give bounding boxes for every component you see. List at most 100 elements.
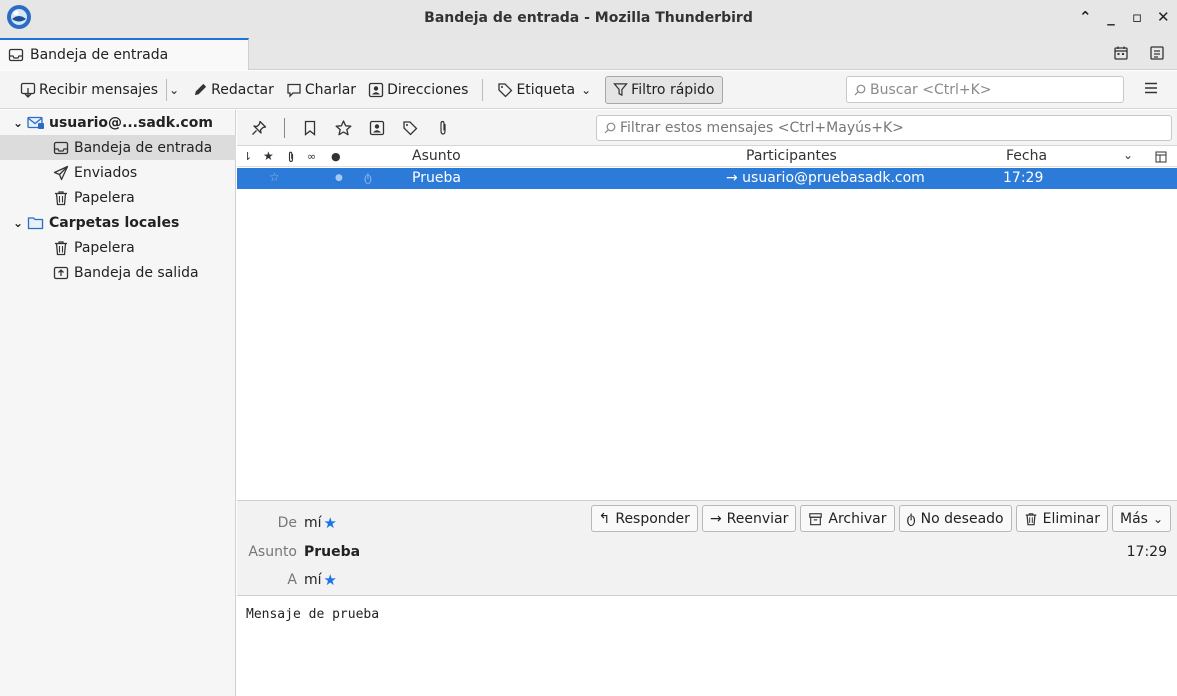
separator xyxy=(482,78,484,101)
tag-icon[interactable] xyxy=(402,120,418,136)
folder-inbox[interactable]: Bandeja de entrada xyxy=(0,135,236,160)
tag-label: Etiqueta xyxy=(516,81,576,98)
star-icon[interactable]: ☆ xyxy=(269,170,280,184)
global-search-input[interactable]: Buscar <Ctrl+K> xyxy=(846,76,1124,103)
attachment-icon[interactable] xyxy=(435,120,451,136)
mail-account-icon xyxy=(27,116,44,129)
download-mail-icon xyxy=(20,82,36,98)
address-book-label: Direcciones xyxy=(387,81,469,98)
folder-icon xyxy=(27,216,44,229)
address-book-button[interactable]: Direcciones xyxy=(362,76,474,104)
to-value[interactable]: mí ★ xyxy=(304,571,337,589)
message-body-pane: Mensaje de prueba xyxy=(237,597,1177,696)
inbox-icon xyxy=(8,48,24,62)
forward-icon: → xyxy=(709,510,722,527)
maximize-button[interactable]: ▫ xyxy=(1131,8,1143,26)
column-picker-icon[interactable] xyxy=(1155,151,1167,163)
title-bar: Bandeja de entrada - Mozilla Thunderbird… xyxy=(0,0,1177,38)
local-folders-row[interactable]: ⌄ Carpetas locales xyxy=(0,210,236,235)
chat-bubble-icon xyxy=(287,83,301,98)
to-label: A xyxy=(287,572,297,588)
message-subject: Prueba xyxy=(412,170,461,186)
chevron-down-icon: ⌄ xyxy=(1152,511,1163,526)
tag-button[interactable]: Etiqueta ⌄ xyxy=(491,76,597,104)
date-column-header[interactable]: Fecha xyxy=(1006,148,1047,164)
inbox-icon xyxy=(53,141,69,154)
folder-label: Papelera xyxy=(74,189,135,206)
from-label: De xyxy=(277,515,297,531)
folder-label: Papelera xyxy=(74,239,135,256)
archive-icon xyxy=(809,512,823,525)
filter-placeholder: Filtrar estos mensajes <Ctrl+Mayús+K> xyxy=(620,120,904,136)
junk-button[interactable]: ტ No deseado xyxy=(898,505,1012,532)
junk-column-icon[interactable]: ● xyxy=(331,150,341,163)
chevron-down-icon: ⌄ xyxy=(581,82,592,97)
read-dot-icon[interactable]: ● xyxy=(335,173,343,183)
chevron-down-icon[interactable]: ⌄ xyxy=(11,216,25,230)
archive-button[interactable]: Archivar xyxy=(800,505,895,532)
app-menu-button[interactable] xyxy=(1143,80,1159,96)
from-value[interactable]: mí ★ xyxy=(304,514,337,532)
trash-icon xyxy=(55,240,67,255)
reply-button[interactable]: ↰ Responder xyxy=(590,505,698,532)
to-name: mí xyxy=(304,572,322,588)
thread-column-icon[interactable]: ⇂ xyxy=(243,150,252,163)
delete-button[interactable]: Eliminar xyxy=(1015,505,1108,532)
delete-label: Eliminar xyxy=(1042,510,1100,527)
separator xyxy=(166,78,168,101)
subject-label: Asunto xyxy=(248,544,297,560)
message-participants: → usuario@pruebasadk.com xyxy=(726,170,925,186)
chevron-down-icon[interactable]: ⌄ xyxy=(11,116,25,130)
quick-filter-label: Filtro rápido xyxy=(631,81,715,98)
forward-label: Reenviar xyxy=(726,510,789,527)
calendar-icon[interactable] xyxy=(1113,45,1129,61)
address-book-icon xyxy=(368,82,384,97)
read-status-column-icon[interactable]: ∞ xyxy=(307,150,316,163)
search-placeholder: Buscar <Ctrl+K> xyxy=(870,81,992,98)
chat-label: Charlar xyxy=(304,81,357,98)
search-icon xyxy=(854,84,866,95)
table-row[interactable]: ☆ ● ტ Prueba → usuario@pruebasadk.com 17… xyxy=(237,168,1177,189)
close-button[interactable]: ✕ xyxy=(1157,8,1170,26)
folder-local-trash[interactable]: Papelera xyxy=(0,235,236,260)
chat-button[interactable]: Charlar xyxy=(280,76,362,104)
starred-column-icon[interactable]: ★ xyxy=(263,149,274,163)
reply-label: Responder xyxy=(615,510,690,527)
reply-icon: ↰ xyxy=(598,510,611,527)
junk-flame-icon[interactable]: ტ xyxy=(364,170,372,184)
folder-outbox[interactable]: Bandeja de salida xyxy=(0,260,236,285)
more-button[interactable]: Más ⌄ xyxy=(1111,505,1171,532)
folder-sent[interactable]: Enviados xyxy=(0,160,236,185)
subject-column-header[interactable]: Asunto xyxy=(412,148,461,164)
star-icon[interactable]: ★ xyxy=(324,571,337,589)
get-messages-dropdown-icon[interactable]: ⌄ xyxy=(169,83,179,97)
minimize-button[interactable]: _ xyxy=(1105,8,1117,26)
maximize-up-icon[interactable]: ⌃ xyxy=(1079,8,1092,26)
star-icon[interactable] xyxy=(335,120,352,136)
folder-trash[interactable]: Papelera xyxy=(0,185,236,210)
unread-bookmark-icon[interactable] xyxy=(302,120,318,136)
quick-filter-button[interactable]: Filtro rápido xyxy=(605,75,723,104)
get-messages-label: Recibir mensajes xyxy=(39,81,159,98)
account-row[interactable]: ⌄ usuario@...sadk.com xyxy=(0,110,236,135)
separator xyxy=(284,118,285,138)
filter-messages-input[interactable]: Filtrar estos mensajes <Ctrl+Mayús+K> xyxy=(596,115,1172,141)
tag-icon xyxy=(498,82,513,97)
contact-icon[interactable] xyxy=(369,120,385,136)
attachment-column-icon[interactable] xyxy=(285,150,297,164)
from-name: mí xyxy=(304,515,322,531)
pin-icon[interactable] xyxy=(251,120,267,136)
participants-column-header[interactable]: Participantes xyxy=(746,148,837,164)
get-messages-button[interactable]: Recibir mensajes xyxy=(0,76,164,104)
folder-label: Bandeja de salida xyxy=(74,264,199,281)
star-icon[interactable]: ★ xyxy=(324,514,337,532)
tasks-icon[interactable] xyxy=(1149,45,1165,61)
message-body-text: Mensaje de prueba xyxy=(246,607,380,622)
trash-icon xyxy=(1025,512,1036,525)
forward-button[interactable]: → Reenviar xyxy=(701,505,797,532)
message-header-pane: De mí ★ Asunto Prueba 17:29 A mí ★ ↰ Res… xyxy=(237,500,1177,596)
window-title: Bandeja de entrada - Mozilla Thunderbird xyxy=(424,10,753,26)
tab-inbox[interactable]: Bandeja de entrada xyxy=(0,38,249,70)
compose-button[interactable]: Redactar xyxy=(187,76,280,104)
sort-chevron-down-icon[interactable]: ⌄ xyxy=(1123,148,1133,162)
